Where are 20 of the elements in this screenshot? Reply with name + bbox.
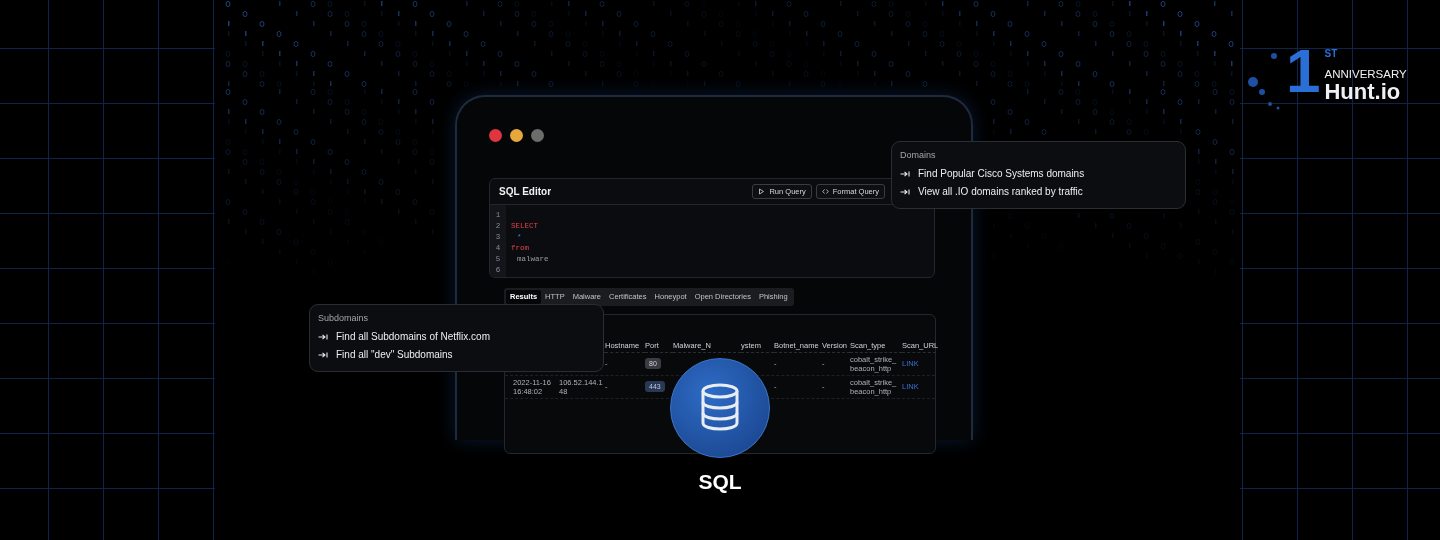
ordinal-suffix: ST bbox=[1324, 47, 1339, 61]
hero-title: SQL bbox=[697, 469, 743, 495]
anniversary-label: ANNIVERSARY bbox=[1324, 69, 1407, 81]
suggestion-item[interactable]: Find all Subdomains of Netflix.com bbox=[318, 331, 595, 342]
code-icon bbox=[821, 188, 829, 195]
anniversary-number: 1 bbox=[1286, 46, 1321, 96]
arrow-to-bar-icon bbox=[900, 187, 910, 196]
arrow-to-bar-icon bbox=[900, 169, 910, 178]
popup-title: Domains bbox=[900, 149, 937, 162]
arrow-to-bar-icon bbox=[318, 350, 328, 359]
window-control[interactable] bbox=[510, 129, 523, 142]
play-icon bbox=[758, 188, 766, 195]
panel-title: SQL Editor bbox=[499, 185, 552, 199]
suggestion-item[interactable]: Find all "dev" Subdomains bbox=[318, 349, 595, 360]
popup-title: Subdomains bbox=[318, 312, 370, 325]
suggestion-item[interactable]: View all .IO domains ranked by traffic bbox=[900, 186, 1177, 197]
arrow-to-bar-icon bbox=[318, 332, 328, 341]
window-control[interactable] bbox=[489, 129, 502, 142]
suggestion-item[interactable]: Find Popular Cisco Systems domains bbox=[900, 168, 1177, 179]
brand-name: Hunt.io bbox=[1324, 80, 1402, 103]
